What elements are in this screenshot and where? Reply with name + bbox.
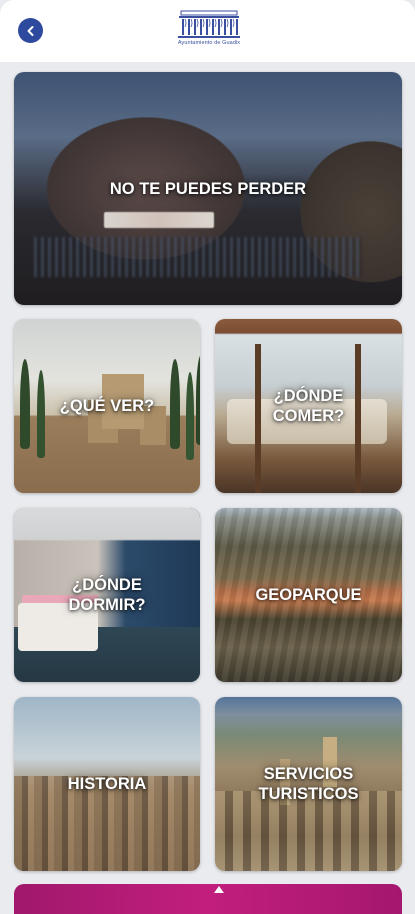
- town-hall-logo-icon: [178, 10, 240, 38]
- app-header: Ayuntamiento de Guadix: [0, 0, 415, 62]
- tile-label: ¿QUÉ VER?: [59, 397, 155, 415]
- tile-label: SERVICIOS TURISTICOS: [258, 765, 359, 803]
- tile-que-ver[interactable]: ¿QUÉ VER?: [14, 319, 200, 493]
- caret-up-icon: [214, 886, 224, 893]
- tile-label: NO TE PUEDES PERDER: [109, 179, 307, 198]
- tile-label: HISTORIA: [67, 775, 147, 793]
- logo-title: Ayuntamiento de Guadix: [177, 40, 241, 46]
- tile-servicios-turisticos[interactable]: SERVICIOS TURISTICOS: [215, 697, 402, 871]
- chevron-left-icon: [27, 25, 33, 36]
- tile-label: ¿DÓNDE DORMIR?: [68, 576, 146, 614]
- tile-partial-next[interactable]: [14, 884, 402, 914]
- logo: Ayuntamiento de Guadix: [176, 9, 242, 55]
- tile-historia[interactable]: HISTORIA: [14, 697, 200, 871]
- tile-geoparque[interactable]: GEOPARQUE: [215, 508, 402, 682]
- tile-label: GEOPARQUE: [255, 586, 362, 604]
- tile-label: ¿DÓNDE COMER?: [272, 387, 345, 425]
- tile-no-te-puedes-perder[interactable]: NO TE PUEDES PERDER: [14, 72, 402, 305]
- back-button[interactable]: [18, 18, 43, 43]
- tile-donde-comer[interactable]: ¿DÓNDE COMER?: [215, 319, 402, 493]
- tile-donde-dormir[interactable]: ¿DÓNDE DORMIR?: [14, 508, 200, 682]
